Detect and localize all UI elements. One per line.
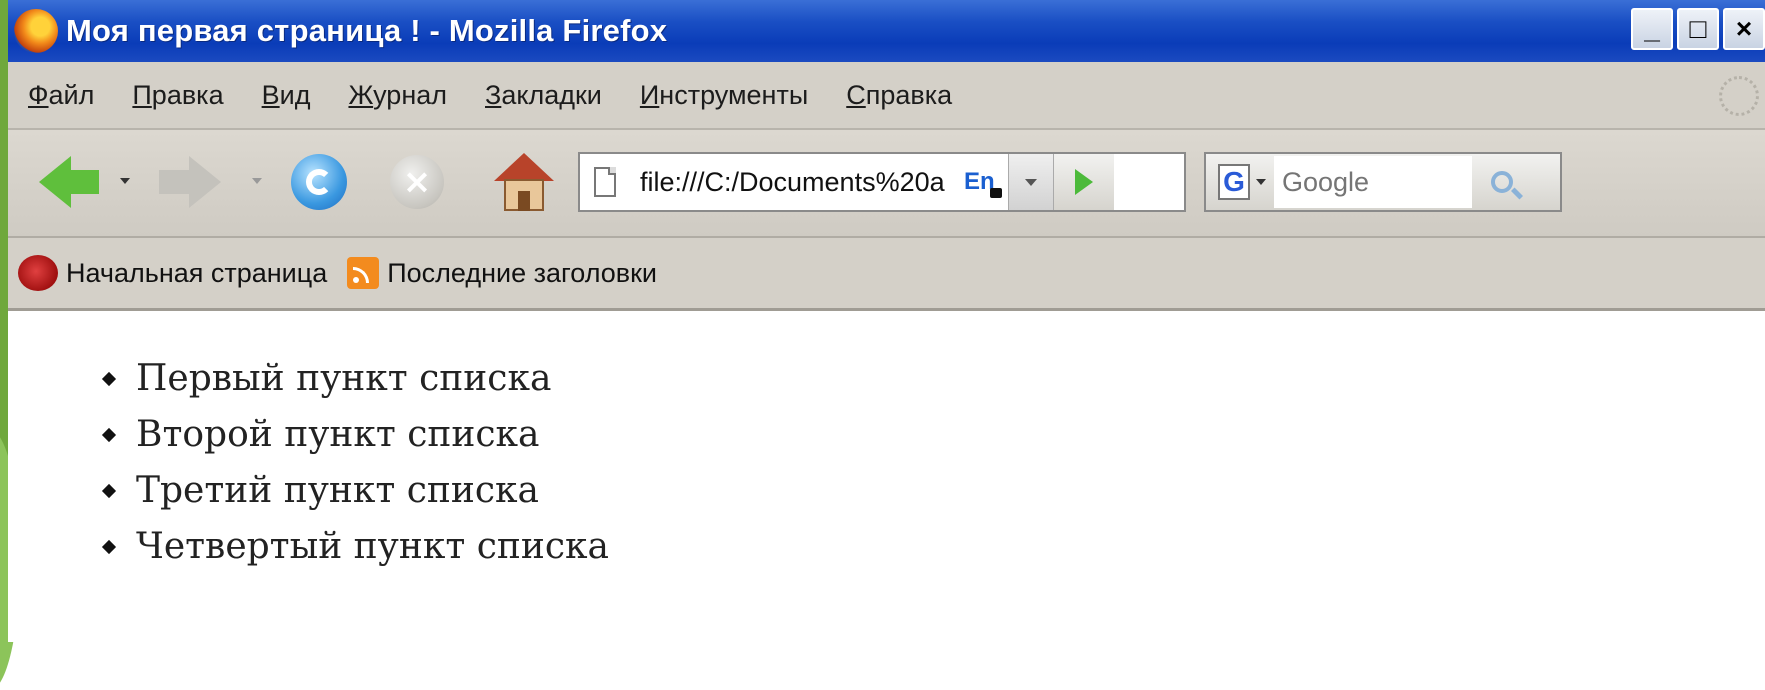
address-input[interactable]: file:///C:/Documents%20a — [640, 167, 960, 198]
bookmark-start-page[interactable]: Начальная страница — [18, 255, 327, 291]
go-arrow-icon — [1075, 169, 1093, 195]
menu-edit[interactable]: Правка — [132, 80, 223, 111]
back-button[interactable] — [20, 152, 99, 212]
rss-icon — [347, 257, 380, 289]
list-item: Четвертый пункт списка — [101, 519, 609, 575]
forward-arrow-icon — [159, 156, 221, 208]
bullet-icon — [101, 427, 117, 443]
stop-button[interactable]: × — [382, 152, 452, 212]
bullet-icon — [101, 371, 117, 387]
forward-button[interactable] — [156, 152, 226, 212]
lock-icon — [990, 188, 1002, 198]
menu-help[interactable]: Справка — [846, 80, 952, 111]
bookmark-label: Начальная страница — [66, 257, 328, 288]
menu-view[interactable]: Вид — [262, 80, 311, 111]
menu-file[interactable]: Файл — [28, 80, 94, 111]
chevron-down-icon — [1025, 178, 1037, 186]
throbber-icon — [1719, 76, 1759, 116]
page-icon — [594, 167, 616, 197]
address-bar[interactable]: file:///C:/Documents%20a En — [578, 152, 1186, 212]
window-title: Моя первая страница ! - Mozilla Firefox — [66, 13, 668, 48]
bookmarks-toolbar: Начальная страница Последние заголовки — [8, 238, 1765, 311]
bookmark-latest-headlines[interactable]: Последние заголовки — [347, 257, 657, 289]
reload-icon — [291, 154, 347, 210]
menu-history[interactable]: Журнал — [348, 80, 447, 111]
address-dropdown-button[interactable] — [1008, 154, 1053, 210]
page-content: Первый пункт списка Второй пункт списка … — [8, 311, 1765, 642]
go-button[interactable] — [1053, 154, 1114, 210]
menu-bookmarks[interactable]: Закладки — [485, 80, 602, 111]
title-bar: Моя первая страница ! - Mozilla Firefox … — [8, 0, 1765, 62]
maximize-button[interactable]: □ — [1677, 8, 1719, 50]
firefox-logo-icon — [14, 9, 58, 53]
back-history-dropdown[interactable] — [120, 178, 130, 184]
language-indicator: En — [964, 168, 1008, 198]
google-engine-icon[interactable]: G — [1218, 164, 1250, 200]
firefox-bookmark-icon — [18, 255, 58, 291]
home-button[interactable] — [484, 152, 564, 212]
window-controls: _ □ × — [1631, 8, 1765, 50]
back-arrow-icon — [39, 156, 99, 208]
search-icon — [1491, 171, 1513, 193]
minimize-button[interactable]: _ — [1631, 8, 1673, 50]
close-button[interactable]: × — [1723, 8, 1765, 50]
home-icon — [494, 153, 554, 211]
reload-button[interactable] — [284, 152, 354, 212]
forward-history-dropdown[interactable] — [252, 178, 262, 184]
browser-window: Моя первая страница ! - Mozilla Firefox … — [8, 0, 1765, 642]
menu-tools[interactable]: Инструменты — [640, 80, 808, 111]
bookmark-label: Последние заголовки — [387, 257, 657, 288]
list-item: Третий пункт списка — [101, 463, 609, 519]
search-button[interactable] — [1472, 154, 1532, 210]
navigation-toolbar: × file:///C:/Documents%20a En G — [8, 130, 1765, 238]
search-bar: G — [1204, 152, 1562, 212]
bullet-icon — [101, 539, 117, 555]
list-item: Второй пункт списка — [101, 407, 609, 463]
search-engine-dropdown[interactable] — [1256, 179, 1266, 185]
menu-bar: Файл Правка Вид Журнал Закладки Инструме… — [8, 62, 1765, 130]
bullet-list: Первый пункт списка Второй пункт списка … — [101, 351, 609, 575]
stop-icon: × — [390, 155, 444, 209]
search-input[interactable] — [1274, 156, 1472, 208]
bullet-icon — [101, 483, 117, 499]
list-item: Первый пункт списка — [101, 351, 609, 407]
